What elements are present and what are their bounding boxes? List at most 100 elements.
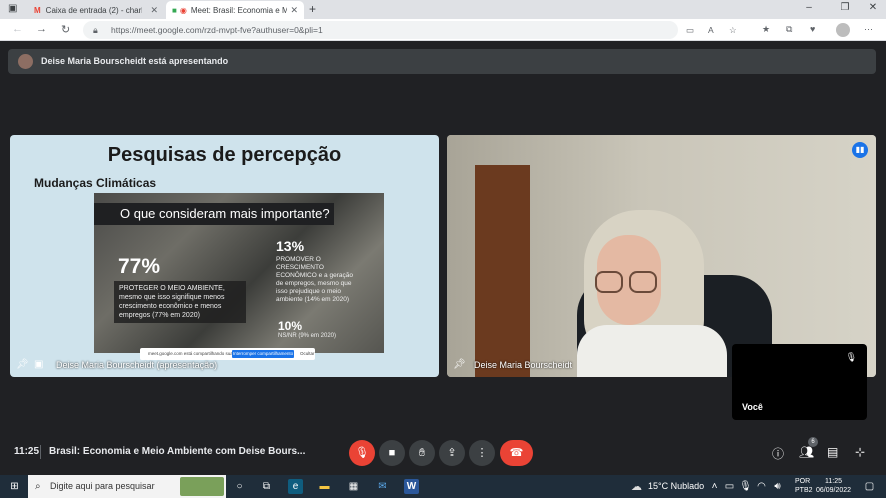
- slide-image: O que consideram mais importante? 77% PR…: [94, 193, 384, 353]
- audio-indicator-icon: ▮▮: [852, 142, 868, 158]
- cortana-icon[interactable]: ○: [232, 479, 247, 494]
- activities-button[interactable]: ⊹: [855, 445, 865, 459]
- window-close-button[interactable]: ✕: [858, 2, 886, 13]
- stat-10-text: NS/NR (9% em 2020): [278, 333, 337, 339]
- search-icon: ⌕: [35, 481, 41, 492]
- gmail-icon: M: [34, 5, 41, 15]
- cloud-icon: ☁: [631, 481, 642, 493]
- url-text: https://meet.google.com/rzd-mvpt-fve?aut…: [111, 25, 323, 35]
- notifications-icon[interactable]: ▢: [862, 479, 877, 494]
- taskbar-search[interactable]: ⌕ Digite aqui para pesquisar: [28, 475, 226, 498]
- glasses-right: [629, 271, 657, 293]
- url-field[interactable]: 🔒︎ https://meet.google.com/rzd-mvpt-fve?…: [83, 21, 737, 39]
- presenting-banner: Deise Maria Bourscheidt está apresentand…: [8, 49, 876, 74]
- mic-off-icon: 🎙︎: [845, 352, 857, 362]
- meeting-title: Brasil: Economia e Meio Ambiente com Dei…: [49, 446, 306, 457]
- tray-chevron-icon[interactable]: ˄: [707, 479, 722, 494]
- participants-button[interactable]: 👥︎: [799, 445, 814, 459]
- windows-taskbar: ⊞ ⌕ Digite aqui para pesquisar ○ ⧉ e ▬ ▦…: [0, 475, 886, 498]
- wifi-icon[interactable]: ◠: [754, 479, 769, 494]
- address-bar: ← → ↻ 🔒︎ https://meet.google.com/rzd-mvp…: [0, 19, 886, 41]
- forward-icon[interactable]: →: [36, 23, 47, 35]
- phone-hangup-icon: ☎︎: [509, 447, 524, 459]
- present-icon: ⇪: [447, 447, 457, 459]
- volume-icon[interactable]: 🔊︎: [770, 479, 785, 494]
- present-button[interactable]: ⇪: [439, 440, 465, 466]
- edge-icon[interactable]: e: [288, 479, 303, 494]
- meeting-clock: 11:25: [14, 446, 40, 457]
- store-icon[interactable]: ▦: [346, 479, 361, 494]
- participant-count-badge: 6: [808, 437, 818, 447]
- share-notice-text: meet.google.com está compartilhando sua …: [148, 351, 243, 356]
- close-icon[interactable]: ✕: [290, 5, 298, 16]
- lock-icon: 🔒︎: [93, 25, 98, 35]
- more-options-button[interactable]: ⋮: [469, 440, 495, 466]
- tab-gmail[interactable]: M Caixa de entrada (2) - charlesm ✕: [28, 1, 164, 19]
- maximize-button[interactable]: ❐: [830, 2, 860, 13]
- mic-off-icon: 🎙︎: [355, 447, 369, 459]
- collections-icon[interactable]: ⧉: [786, 24, 792, 35]
- lang-layout: PTB2: [795, 487, 813, 494]
- more-icon[interactable]: ⋯: [864, 24, 873, 35]
- chat-button[interactable]: ▤: [827, 445, 838, 459]
- clock-time: 11:25: [825, 478, 843, 485]
- task-view-icon[interactable]: ⧉: [259, 479, 274, 494]
- divider: [40, 445, 41, 459]
- slide-question: O que consideram mais importante?: [94, 203, 334, 225]
- tab-meet[interactable]: ■ ◉ Meet: Brasil: Economia e M ✕: [166, 1, 304, 19]
- self-name: Você: [742, 402, 763, 412]
- search-highlight-image: [180, 477, 224, 496]
- video-door: [475, 165, 530, 377]
- language-indicator[interactable]: POR PTB2: [795, 477, 813, 495]
- tile-name: Deise Maria Bourscheidt (apresentação): [56, 360, 218, 370]
- windows-start-icon[interactable]: ⊞: [7, 479, 22, 494]
- hand-icon: ✋︎: [418, 447, 426, 459]
- presentation-tile[interactable]: Pesquisas de percepção Mudanças Climátic…: [10, 135, 439, 377]
- more-vert-icon: ⋮: [476, 447, 488, 459]
- glasses-left: [595, 271, 623, 293]
- file-explorer-icon[interactable]: ▬: [317, 479, 332, 494]
- camera-in-use-icon[interactable]: ▭: [686, 21, 694, 39]
- favorite-icon[interactable]: ☆: [729, 21, 737, 39]
- mic-tray-icon[interactable]: 🎙︎: [738, 479, 753, 494]
- stop-sharing-button[interactable]: Interromper compartilhamento: [232, 350, 294, 358]
- tile-name: Deise Maria Bourscheidt: [474, 360, 573, 370]
- stat-10: 10%: [278, 319, 303, 333]
- leave-call-button[interactable]: ☎︎: [500, 440, 533, 466]
- hide-button[interactable]: Ocultar: [300, 348, 315, 360]
- back-icon[interactable]: ←: [12, 23, 23, 35]
- stat-13: 13%: [276, 238, 305, 254]
- avatar: [18, 54, 33, 69]
- mic-toggle-button[interactable]: 🎙︎: [349, 440, 375, 466]
- minimize-button[interactable]: –: [794, 2, 824, 13]
- favorites-icon[interactable]: ★: [762, 24, 770, 35]
- read-aloud-icon[interactable]: A: [708, 21, 714, 39]
- weather-label[interactable]: 15°C Nublado: [648, 481, 704, 491]
- share-notice-bar: meet.google.com está compartilhando sua …: [140, 348, 315, 360]
- extensions-icon[interactable]: ♥: [810, 24, 815, 34]
- camera-tile[interactable]: ▮▮ 📌︎ Deise Maria Bourscheidt: [447, 135, 876, 377]
- mail-icon[interactable]: ✉: [375, 479, 390, 494]
- raise-hand-button[interactable]: ✋︎: [409, 440, 435, 466]
- new-tab-button[interactable]: +: [309, 2, 316, 16]
- pin-icon[interactable]: 📌︎: [16, 359, 29, 370]
- tab-actions-icon[interactable]: ▣: [8, 3, 17, 14]
- meeting-details-button[interactable]: ⓘ: [772, 445, 784, 462]
- reload-icon[interactable]: ↻: [61, 23, 70, 36]
- presenting-label: Deise Maria Bourscheidt está apresentand…: [41, 56, 229, 66]
- stat-77: 77%: [118, 255, 161, 278]
- tab-label: Meet: Brasil: Economia e M: [190, 5, 287, 15]
- slide-subtitle: Mudanças Climáticas: [34, 176, 157, 190]
- network-icon[interactable]: ▭: [722, 479, 737, 494]
- pin-icon[interactable]: 📌︎: [453, 359, 466, 370]
- close-icon[interactable]: ✕: [150, 5, 158, 16]
- taskbar-clock[interactable]: 11:25 06/09/2022: [816, 477, 851, 495]
- self-view-tile[interactable]: 🎙︎ Você: [732, 344, 867, 420]
- recording-icon: ◉: [179, 5, 187, 15]
- profile-avatar[interactable]: [836, 23, 850, 37]
- camera-icon: ■: [388, 447, 396, 459]
- stat-13-text: PROMOVER O CRESCIMENTO ECONÔMICO e a ger…: [276, 256, 353, 303]
- meet-icon: ■: [172, 5, 177, 15]
- word-icon[interactable]: W: [404, 479, 419, 494]
- camera-toggle-button[interactable]: ■: [379, 440, 405, 466]
